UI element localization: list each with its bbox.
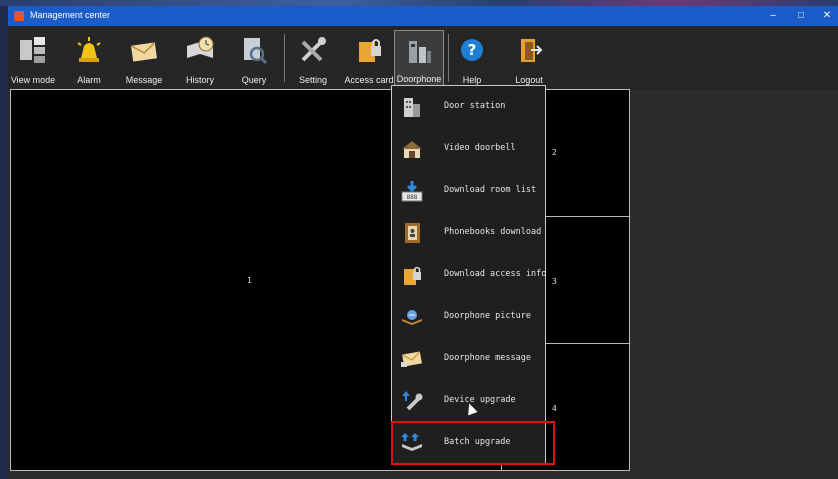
menu-item-doorphone-message[interactable]: Doorphone message [392, 338, 545, 380]
app-icon [14, 11, 24, 21]
alarm-label: Alarm [77, 75, 101, 85]
svg-text:888: 888 [407, 194, 418, 201]
picture-icon [402, 310, 422, 325]
building-icon [404, 98, 420, 117]
menu-item-device-upgrade[interactable]: Device upgrade [392, 380, 545, 422]
logout-label: Logout [515, 75, 543, 85]
help-label: Help [462, 75, 482, 85]
help-icon: ? [461, 39, 483, 61]
menu-item-phonebooks-download[interactable]: Phonebooks download [392, 212, 545, 254]
view-mode-icon [20, 37, 45, 63]
toolbar-separator [284, 34, 285, 82]
menu-item-label: Door station [444, 101, 506, 111]
menu-item-label: Doorphone message [444, 353, 531, 363]
logout-button[interactable]: Logout [508, 30, 550, 88]
main-toolbar: View mode Alarm Message History Query Se… [8, 26, 838, 90]
maximize-button[interactable]: □ [794, 9, 808, 23]
menu-item-doorphone-picture[interactable]: Doorphone picture [392, 296, 545, 338]
menu-item-label: Video doorbell [444, 143, 516, 153]
highlight-box [391, 421, 555, 465]
view-mode-label: View mode [10, 75, 56, 85]
help-button[interactable]: ? Help [454, 30, 490, 88]
history-icon [187, 36, 214, 58]
toolbar-separator [448, 34, 449, 82]
pane-number: 4 [552, 404, 557, 413]
message-icon [130, 41, 157, 62]
menu-item-label: Download room list [444, 185, 537, 195]
menu-item-download-access-info[interactable]: Download access info [392, 254, 547, 296]
doorphone-label: Doorphone [396, 74, 442, 84]
door-lock-icon [404, 266, 421, 285]
pane-number: 2 [552, 148, 557, 157]
access-card-button[interactable]: Access card [340, 30, 398, 88]
view-mode-button[interactable]: View mode [10, 30, 56, 88]
alarm-button[interactable]: Alarm [68, 30, 110, 88]
setting-button[interactable]: Setting [292, 30, 334, 88]
pane-number: 1 [247, 276, 252, 285]
logout-icon [521, 39, 543, 62]
access-card-icon [359, 39, 381, 62]
menu-item-label: Phonebooks download [444, 227, 542, 237]
svg-text:?: ? [468, 41, 477, 59]
menu-item-label: Download access info [444, 269, 547, 279]
title-bar: Management center – □ ✕ [8, 6, 838, 26]
tools-icon [301, 37, 326, 62]
menu-item-video-doorbell[interactable]: Video doorbell [392, 128, 545, 170]
window-title: Management center [30, 10, 111, 20]
wrench-upgrade-icon [402, 391, 423, 411]
query-icon [244, 38, 268, 65]
message-button[interactable]: Message [120, 30, 168, 88]
query-button[interactable]: Query [234, 30, 274, 88]
access-card-label: Access card [344, 75, 394, 85]
doorphone-button[interactable]: Doorphone [394, 30, 444, 88]
envelope-icon [401, 351, 422, 367]
menu-item-label: Doorphone picture [444, 311, 531, 321]
menu-item-door-station[interactable]: Door station [392, 86, 545, 128]
history-button[interactable]: History [178, 30, 222, 88]
minimize-button[interactable]: – [766, 9, 780, 23]
setting-label: Setting [298, 75, 328, 85]
house-icon [402, 141, 422, 158]
download-list-icon: 888 [401, 181, 423, 202]
message-label: Message [125, 75, 163, 85]
close-button[interactable]: ✕ [820, 9, 834, 23]
query-label: Query [241, 75, 267, 85]
alarm-icon [77, 37, 101, 62]
menu-item-label: Device upgrade [444, 395, 516, 405]
doorphone-icon [409, 41, 431, 63]
history-label: History [185, 75, 214, 85]
menu-item-download-room-list[interactable]: 888 Download room list [392, 170, 545, 212]
pane-number: 3 [552, 277, 557, 286]
phonebook-icon [405, 223, 420, 243]
